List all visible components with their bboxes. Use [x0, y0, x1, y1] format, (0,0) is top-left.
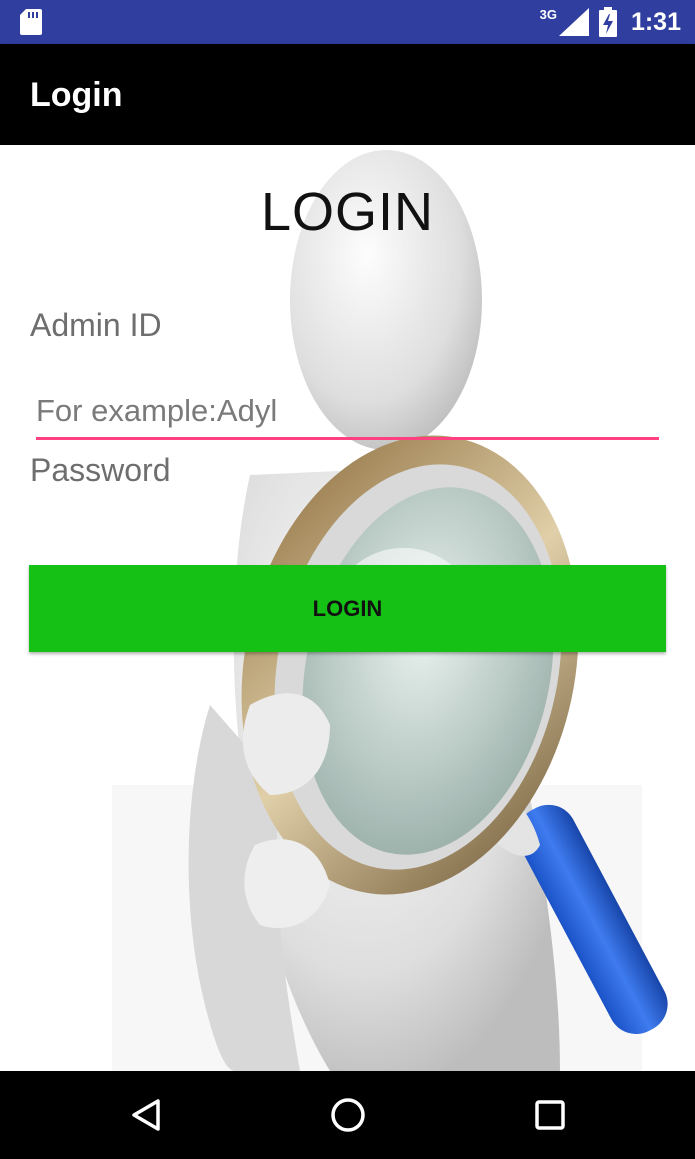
login-content: LOGIN Admin ID Password LOGIN	[0, 145, 695, 1071]
sd-card-icon	[20, 9, 42, 35]
admin-id-input[interactable]	[36, 385, 659, 437]
signal-icon	[558, 8, 589, 36]
clock: 1:31	[630, 7, 681, 36]
app-title: Login	[30, 76, 123, 114]
back-button[interactable]	[124, 1093, 168, 1137]
app-bar: Login	[0, 44, 695, 145]
recents-icon	[535, 1100, 565, 1130]
admin-id-field-container	[36, 385, 659, 440]
navigation-bar	[0, 1071, 695, 1159]
login-button[interactable]: LOGIN	[29, 565, 666, 652]
status-bar: 3G 1:31	[0, 0, 695, 44]
password-label: Password	[30, 452, 171, 488]
admin-id-label: Admin ID	[30, 307, 162, 343]
network-type: 3G	[539, 6, 557, 22]
recents-button[interactable]	[528, 1093, 572, 1137]
battery-icon	[598, 7, 617, 37]
back-icon	[132, 1099, 160, 1131]
login-heading: LOGIN	[260, 182, 435, 242]
home-button[interactable]	[326, 1093, 370, 1137]
home-icon	[331, 1098, 365, 1132]
